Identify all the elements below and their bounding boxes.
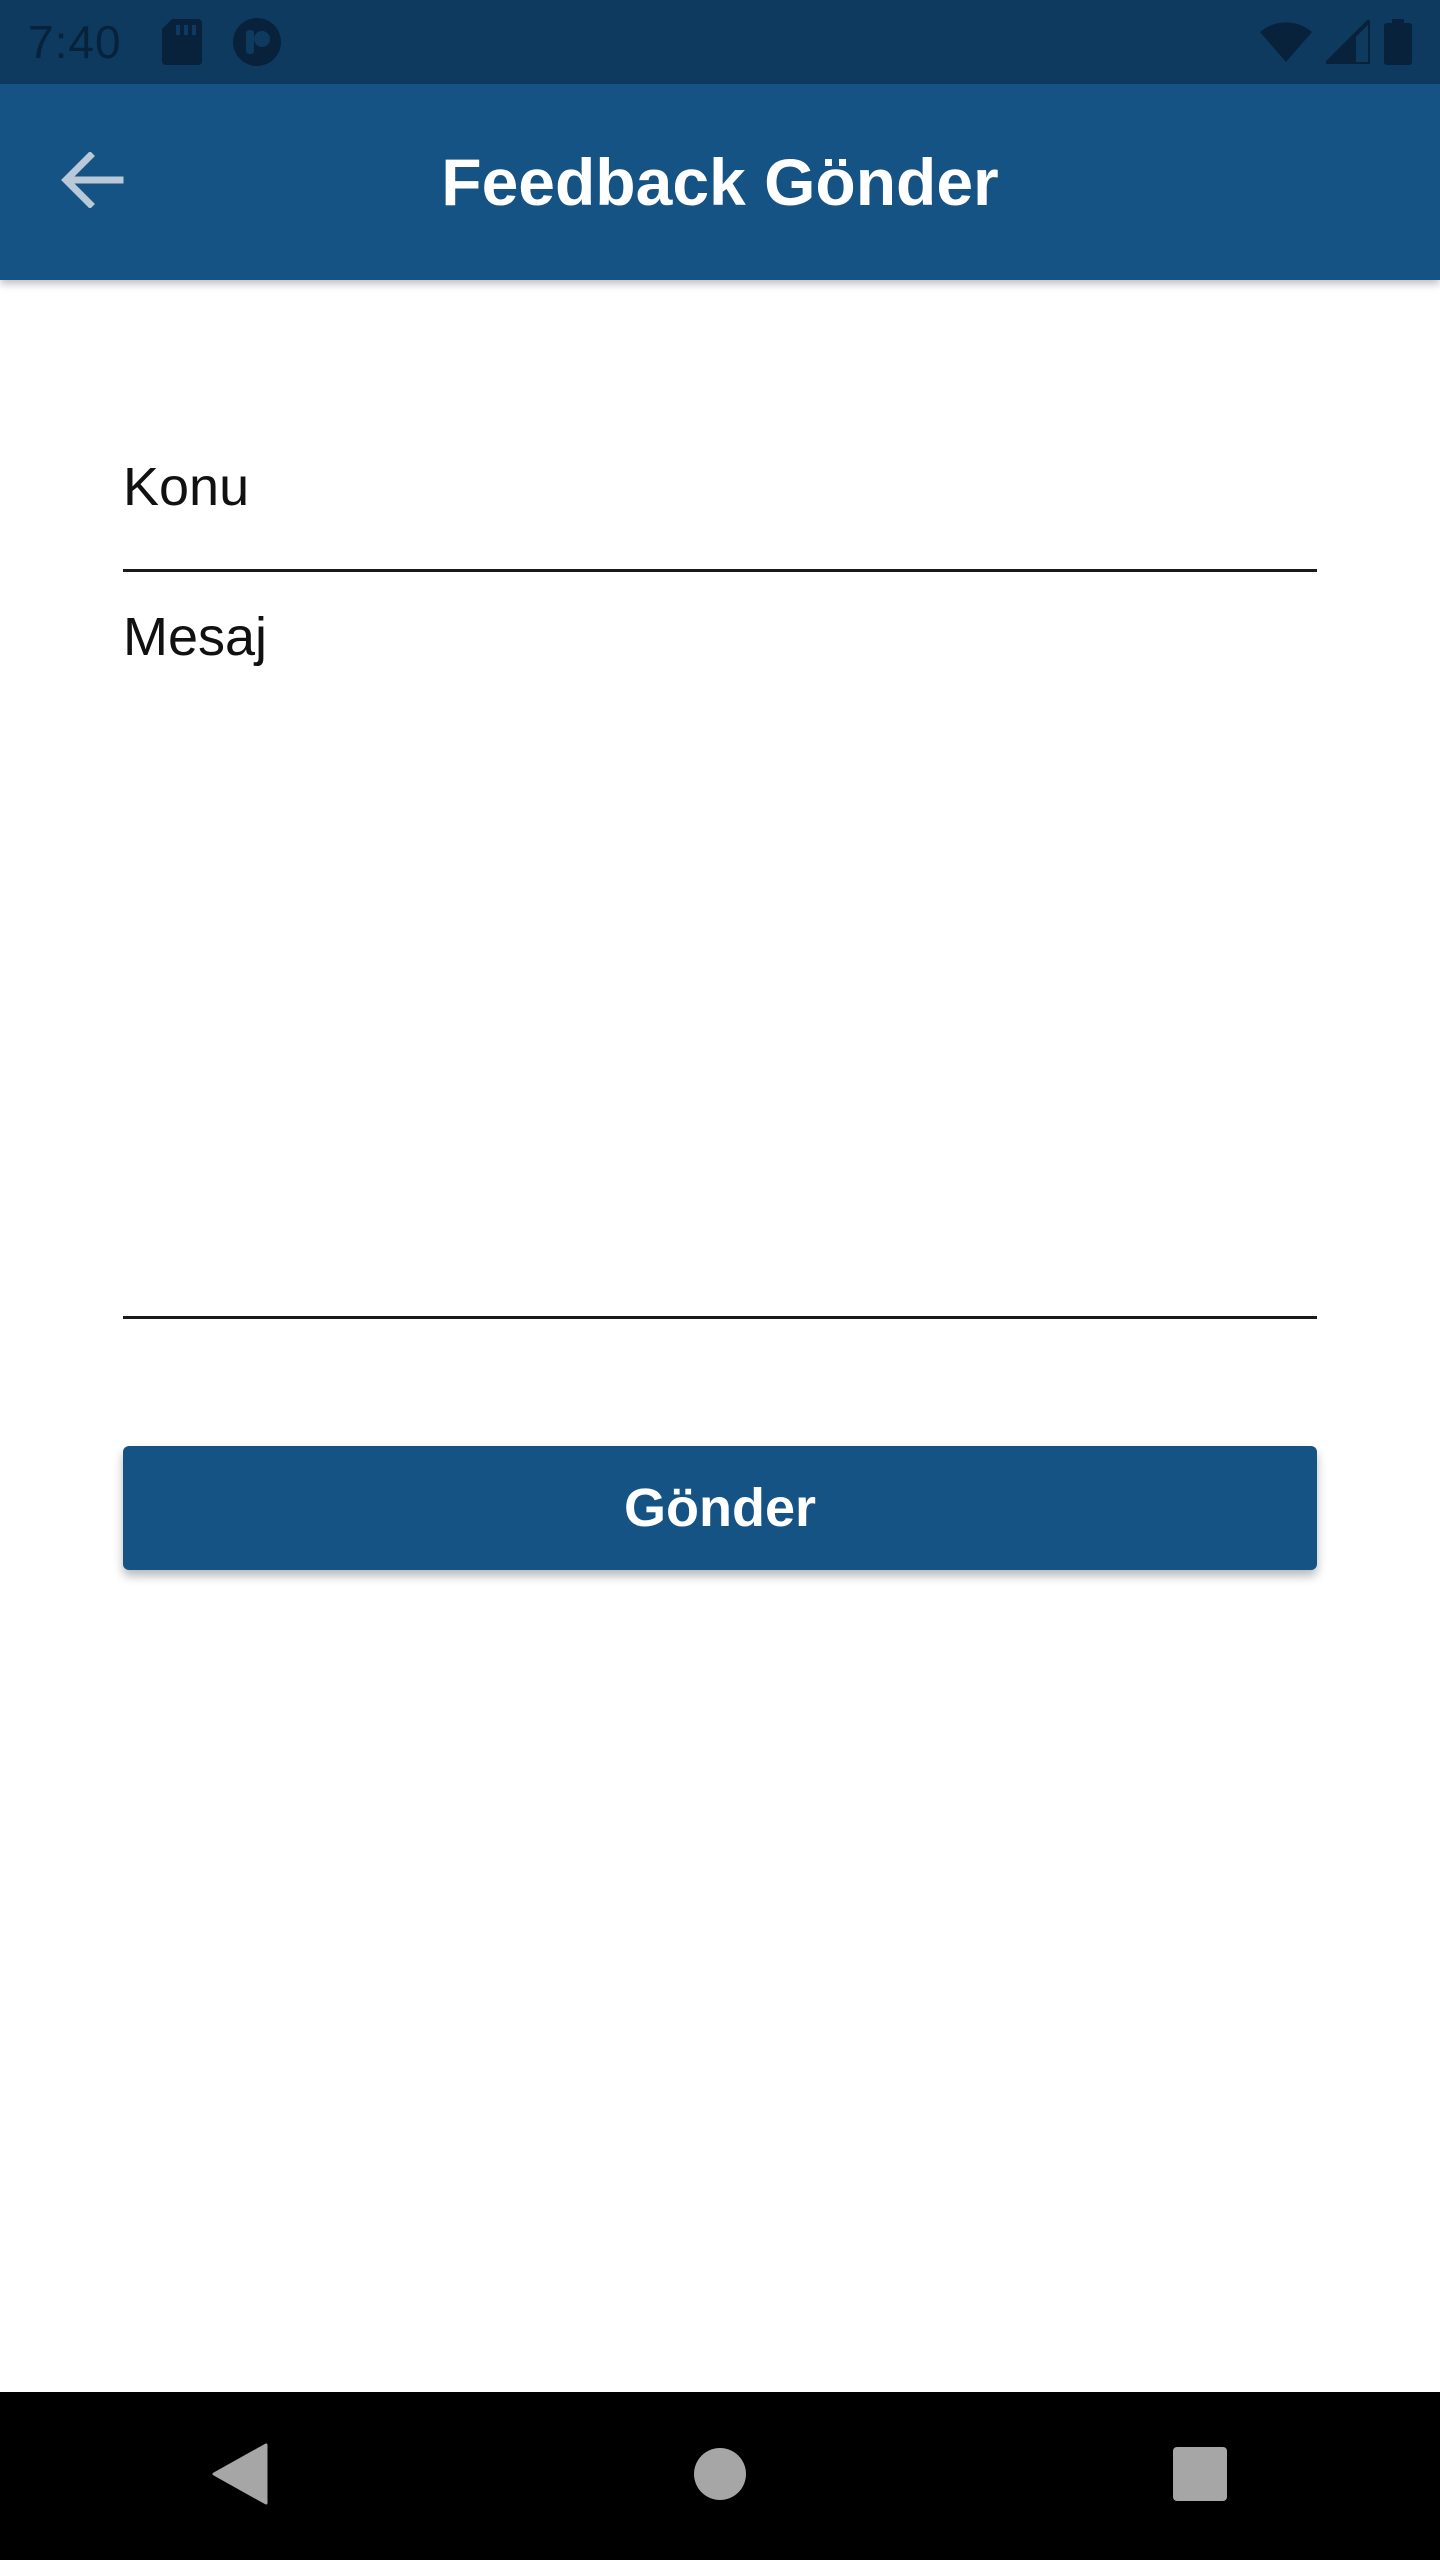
status-bar: 7:40 bbox=[0, 0, 1440, 84]
subject-field[interactable]: Konu bbox=[123, 420, 1317, 572]
back-triangle-icon bbox=[212, 2443, 268, 2510]
nav-home-button[interactable] bbox=[640, 2406, 800, 2546]
recents-square-icon bbox=[1173, 2446, 1227, 2506]
page-title: Feedback Gönder bbox=[441, 145, 999, 219]
cell-signal-icon bbox=[1326, 20, 1370, 64]
sd-card-icon bbox=[161, 19, 202, 65]
status-left-icons bbox=[161, 17, 312, 67]
back-button[interactable] bbox=[44, 134, 140, 230]
nav-recents-button[interactable] bbox=[1120, 2406, 1280, 2546]
message-label: Mesaj bbox=[123, 607, 268, 667]
home-circle-icon bbox=[693, 2447, 747, 2506]
nav-bar bbox=[0, 2392, 1440, 2560]
app-bar: Feedback Gönder bbox=[0, 84, 1440, 280]
subject-label: Konu bbox=[123, 457, 250, 517]
arrow-back-icon bbox=[60, 150, 124, 213]
feedback-screen: 7:40 Feedback Gönder Konu Mesaj Gönder bbox=[0, 0, 1440, 2560]
submit-button[interactable]: Gönder bbox=[123, 1446, 1317, 1570]
battery-icon bbox=[1384, 19, 1412, 65]
status-right-icons bbox=[1246, 19, 1412, 65]
status-time: 7:40 bbox=[28, 16, 122, 68]
app-notification-icon bbox=[232, 17, 282, 67]
message-field[interactable]: Mesaj bbox=[123, 572, 1317, 1319]
feedback-form: Konu Mesaj bbox=[123, 420, 1317, 1319]
nav-back-button[interactable] bbox=[160, 2406, 320, 2546]
wifi-icon bbox=[1260, 22, 1312, 62]
